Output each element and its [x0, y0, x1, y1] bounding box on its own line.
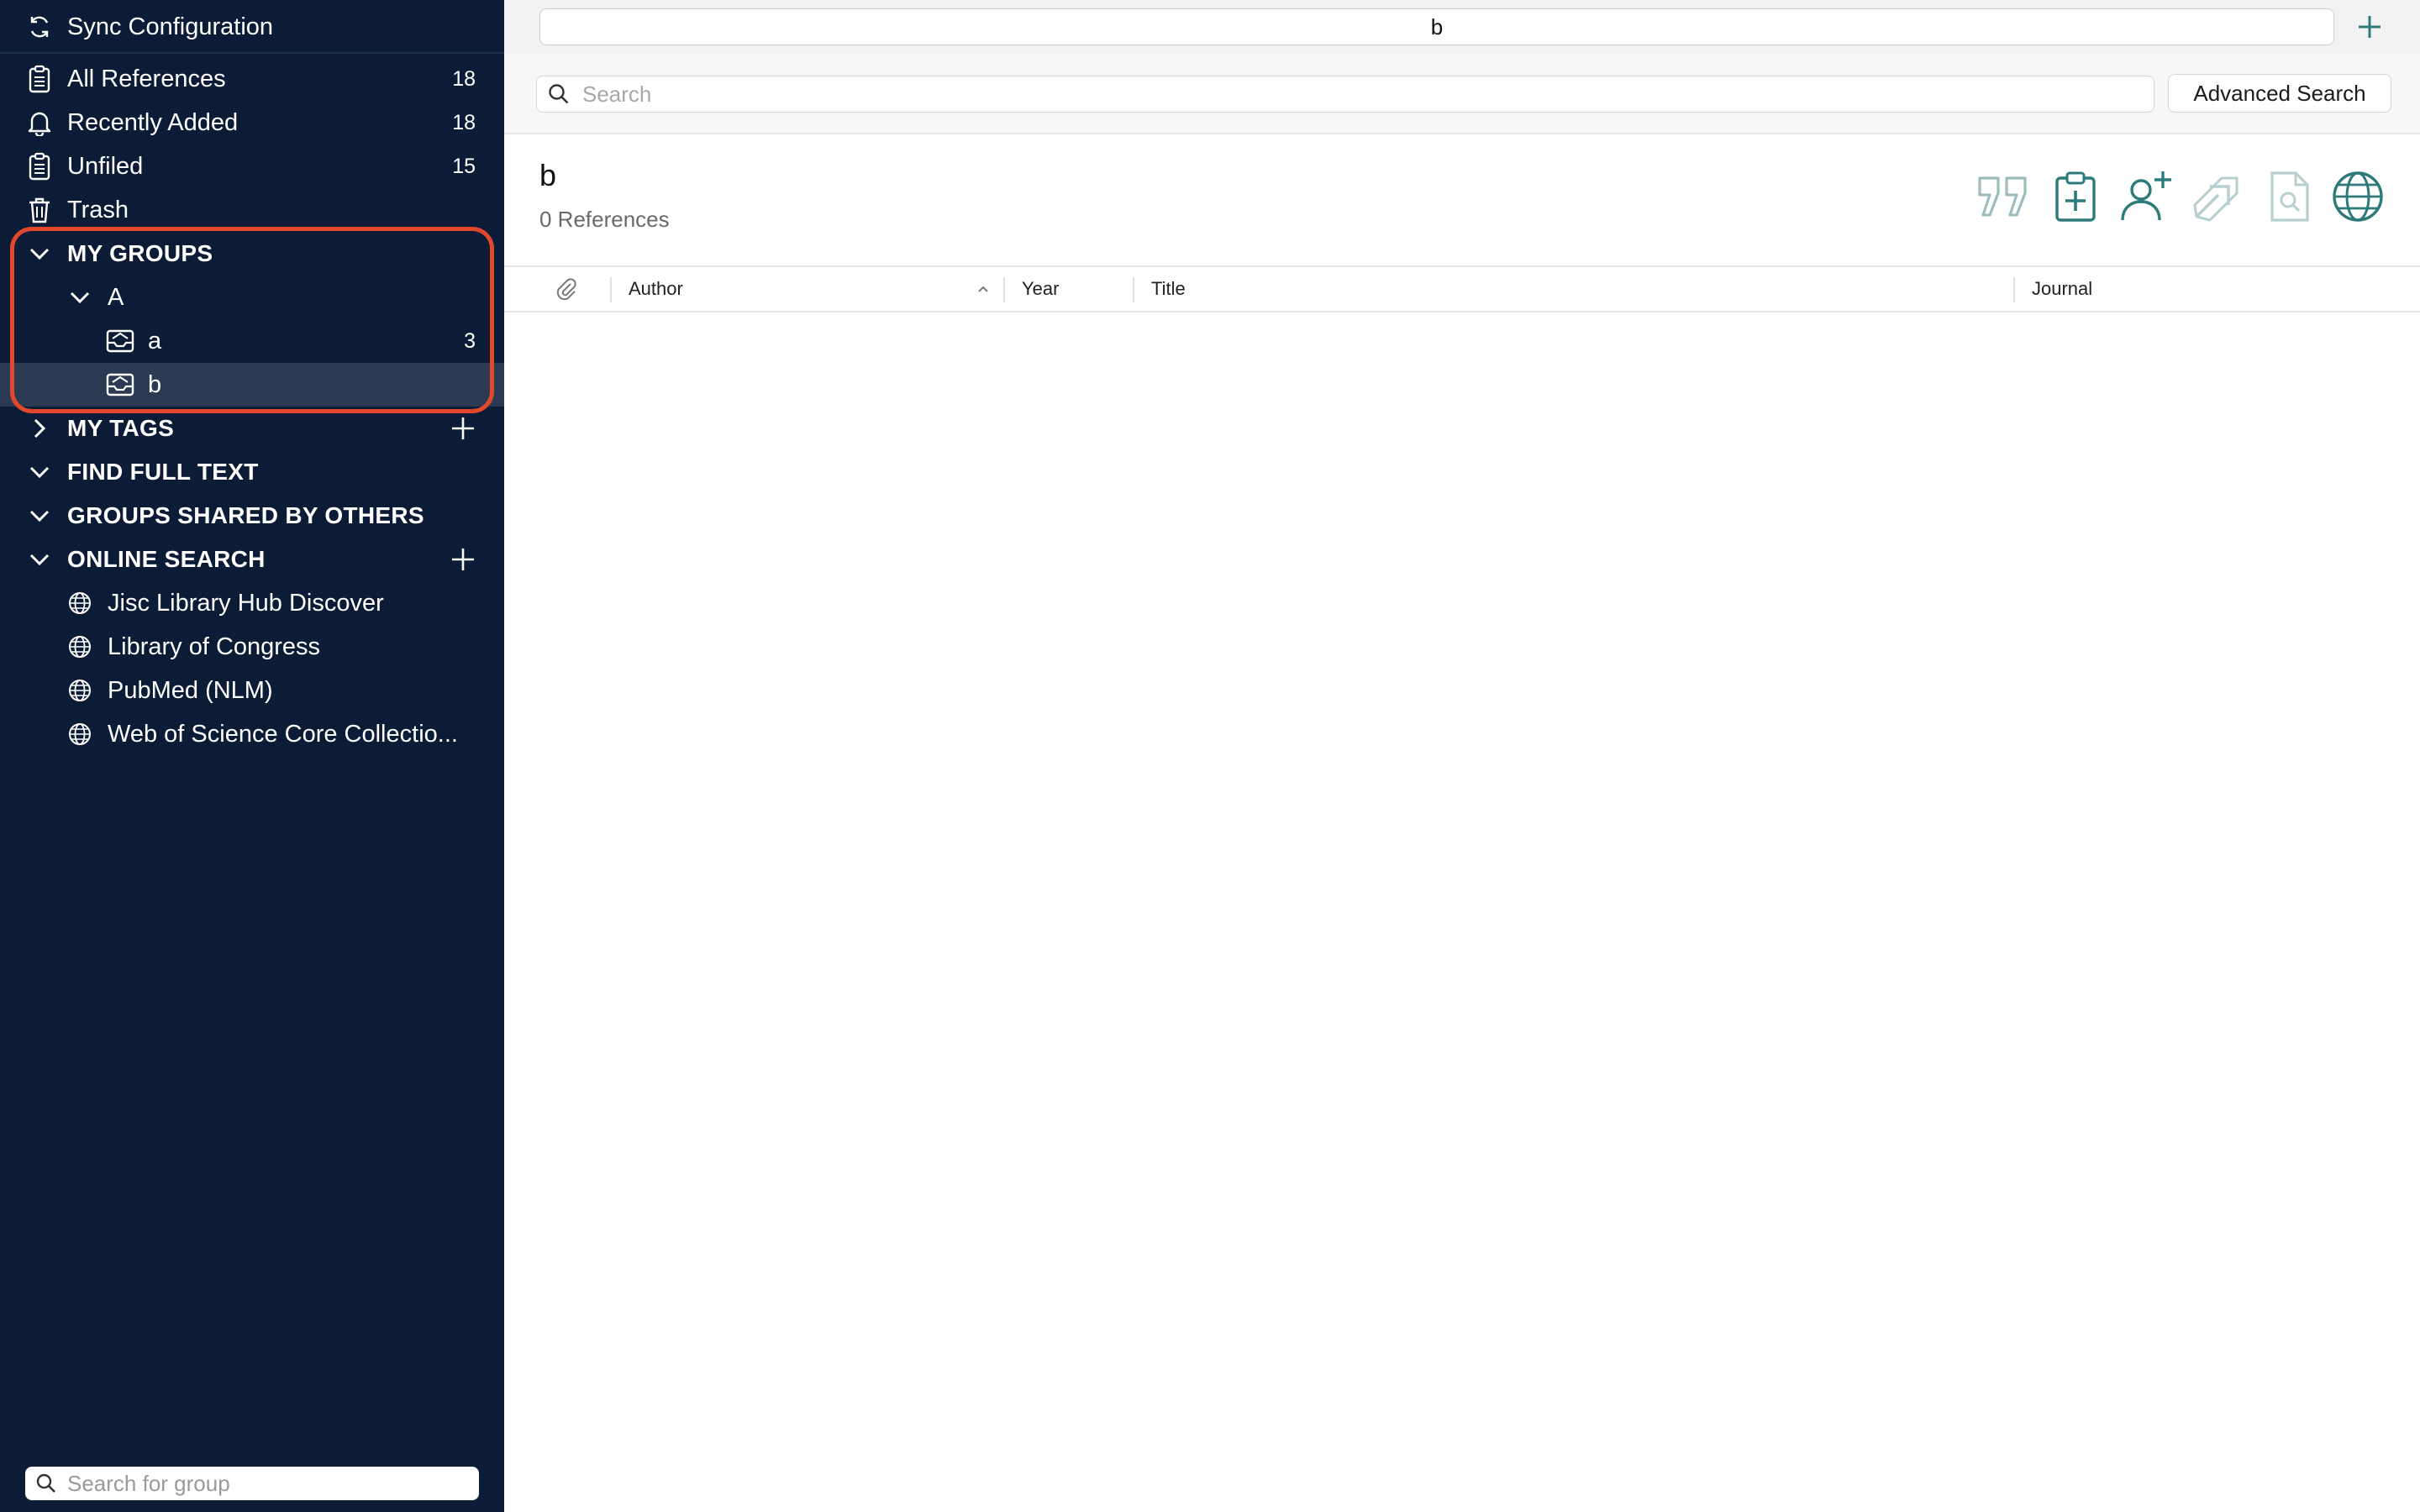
group-set-a[interactable]: A: [0, 276, 504, 319]
search-icon: [547, 82, 571, 106]
section-my-groups[interactable]: MY GROUPS: [0, 232, 504, 276]
group-search-input[interactable]: [66, 1469, 464, 1498]
section-online-search[interactable]: ONLINE SEARCH: [0, 538, 504, 581]
online-search-item[interactable]: Web of Science Core Collectio...: [0, 712, 504, 756]
section-label: ONLINE SEARCH: [67, 546, 266, 572]
column-divider: [1003, 277, 1005, 302]
sidebar-item-trash[interactable]: Trash: [0, 188, 504, 232]
sidebar-item-all-references[interactable]: All References 18: [0, 57, 504, 101]
trash-icon: [25, 196, 54, 224]
sort-ascending-icon[interactable]: [975, 267, 992, 311]
group-item-a[interactable]: a 3: [0, 319, 504, 363]
section-label: MY TAGS: [67, 415, 175, 441]
section-my-tags[interactable]: MY TAGS: [0, 407, 504, 450]
sync-configuration[interactable]: Sync Configuration: [0, 5, 504, 49]
group-label: b: [148, 370, 162, 398]
globe-icon: [66, 589, 94, 617]
column-divider: [1133, 277, 1134, 302]
online-search-item[interactable]: Jisc Library Hub Discover: [0, 581, 504, 625]
search-field[interactable]: [536, 76, 2154, 113]
chevron-down-icon[interactable]: [25, 501, 54, 530]
sync-icon: [25, 13, 54, 41]
clipboard-icon: [25, 65, 54, 93]
quote-icon[interactable]: [1975, 168, 2032, 225]
online-search-label: Library of Congress: [108, 633, 321, 660]
globe-icon: [66, 720, 94, 748]
reference-count: 0 References: [539, 207, 670, 232]
sidebar-item-label: Recently Added: [67, 108, 239, 136]
group-search-field[interactable]: [25, 1467, 479, 1500]
count-badge: 18: [452, 110, 476, 134]
column-year[interactable]: Year: [1022, 267, 1059, 311]
chevron-down-icon[interactable]: [66, 283, 94, 312]
clipboard-icon: [25, 152, 54, 181]
column-journal[interactable]: Journal: [2032, 267, 2092, 311]
count-badge: 3: [464, 328, 476, 353]
online-globe-icon[interactable]: [2329, 168, 2386, 225]
main-panel: b Advanced Search b 0 References: [504, 0, 2420, 1512]
chevron-down-icon[interactable]: [25, 545, 54, 574]
section-label: MY GROUPS: [67, 240, 213, 266]
add-reference-icon[interactable]: [2047, 168, 2104, 225]
column-author[interactable]: Author: [629, 267, 683, 311]
add-tag-plus-icon[interactable]: [449, 414, 477, 443]
chevron-down-icon[interactable]: [25, 458, 54, 486]
add-online-search-plus-icon[interactable]: [449, 545, 477, 574]
add-tab-plus-icon[interactable]: [2351, 8, 2388, 45]
tab-current[interactable]: b: [539, 8, 2334, 45]
count-badge: 18: [452, 66, 476, 91]
sync-label: Sync Configuration: [67, 13, 274, 40]
online-search-label: Jisc Library Hub Discover: [108, 589, 384, 617]
bell-icon: [25, 108, 54, 137]
section-find-full-text[interactable]: FIND FULL TEXT: [0, 450, 504, 494]
inbox-tray-icon: [106, 327, 134, 355]
inbox-tray-icon: [106, 370, 134, 399]
group-item-b[interactable]: b: [0, 363, 504, 407]
count-badge: 15: [452, 154, 476, 178]
advanced-search-button[interactable]: Advanced Search: [2168, 74, 2391, 113]
export-icon[interactable]: [2188, 168, 2245, 225]
section-groups-shared[interactable]: GROUPS SHARED BY OTHERS: [0, 494, 504, 538]
online-search-item[interactable]: Library of Congress: [0, 625, 504, 669]
sidebar-divider: [0, 52, 504, 54]
chevron-down-icon[interactable]: [25, 239, 54, 268]
tab-bar: b: [504, 0, 2420, 55]
chevron-right-icon[interactable]: [25, 414, 54, 443]
column-divider: [2013, 277, 2015, 302]
search-bar: Advanced Search: [504, 54, 2420, 134]
sidebar-item-label: All References: [67, 65, 226, 92]
page-title: b: [539, 158, 557, 192]
sidebar-item-label: Unfiled: [67, 152, 144, 180]
attachment-column-icon[interactable]: [553, 267, 578, 311]
share-user-icon[interactable]: [2118, 168, 2175, 225]
section-label: GROUPS SHARED BY OTHERS: [67, 502, 424, 528]
column-divider: [610, 277, 612, 302]
online-search-label: Web of Science Core Collectio...: [108, 720, 458, 748]
online-search-label: PubMed (NLM): [108, 676, 273, 704]
column-title[interactable]: Title: [1151, 267, 1186, 311]
search-input[interactable]: [581, 80, 2130, 108]
sidebar-item-recently-added[interactable]: Recently Added 18: [0, 101, 504, 144]
sidebar-item-unfiled[interactable]: Unfiled 15: [0, 144, 504, 188]
globe-icon: [66, 633, 94, 661]
group-set-label: A: [108, 283, 124, 311]
group-label: a: [148, 327, 162, 354]
sidebar: Sync Configuration All References 18 Rec…: [0, 0, 504, 1512]
globe-icon: [66, 676, 94, 705]
find-pdf-icon[interactable]: [2260, 168, 2317, 225]
reference-table-header: Author Year Title Journal: [504, 265, 2420, 312]
sidebar-item-label: Trash: [67, 196, 129, 223]
search-icon: [35, 1473, 57, 1494]
online-search-item[interactable]: PubMed (NLM): [0, 669, 504, 712]
section-label: FIND FULL TEXT: [67, 459, 259, 485]
